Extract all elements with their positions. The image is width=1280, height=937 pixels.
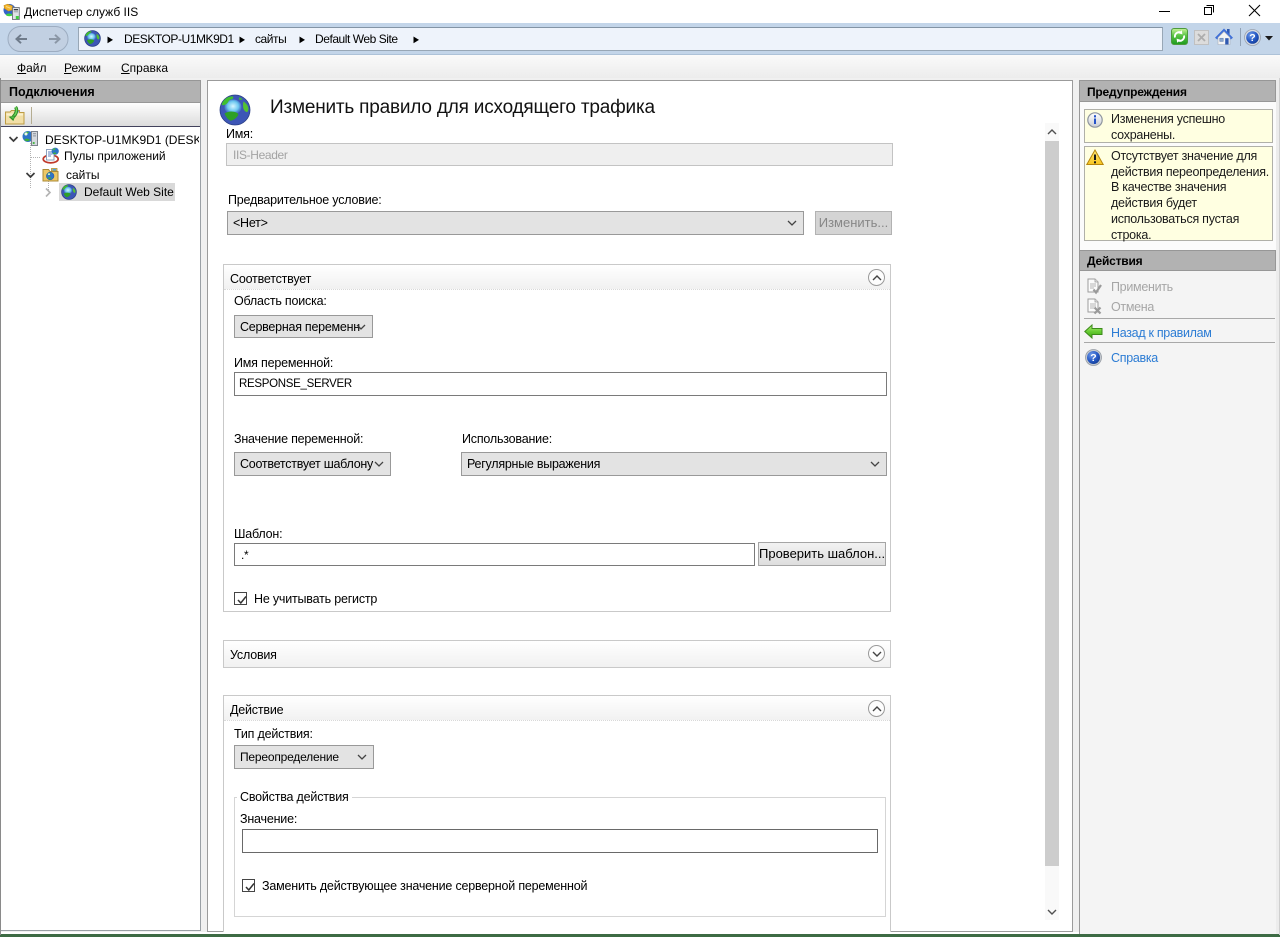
svg-text:?: ?	[1249, 32, 1255, 44]
svg-text:?: ?	[1090, 352, 1096, 364]
